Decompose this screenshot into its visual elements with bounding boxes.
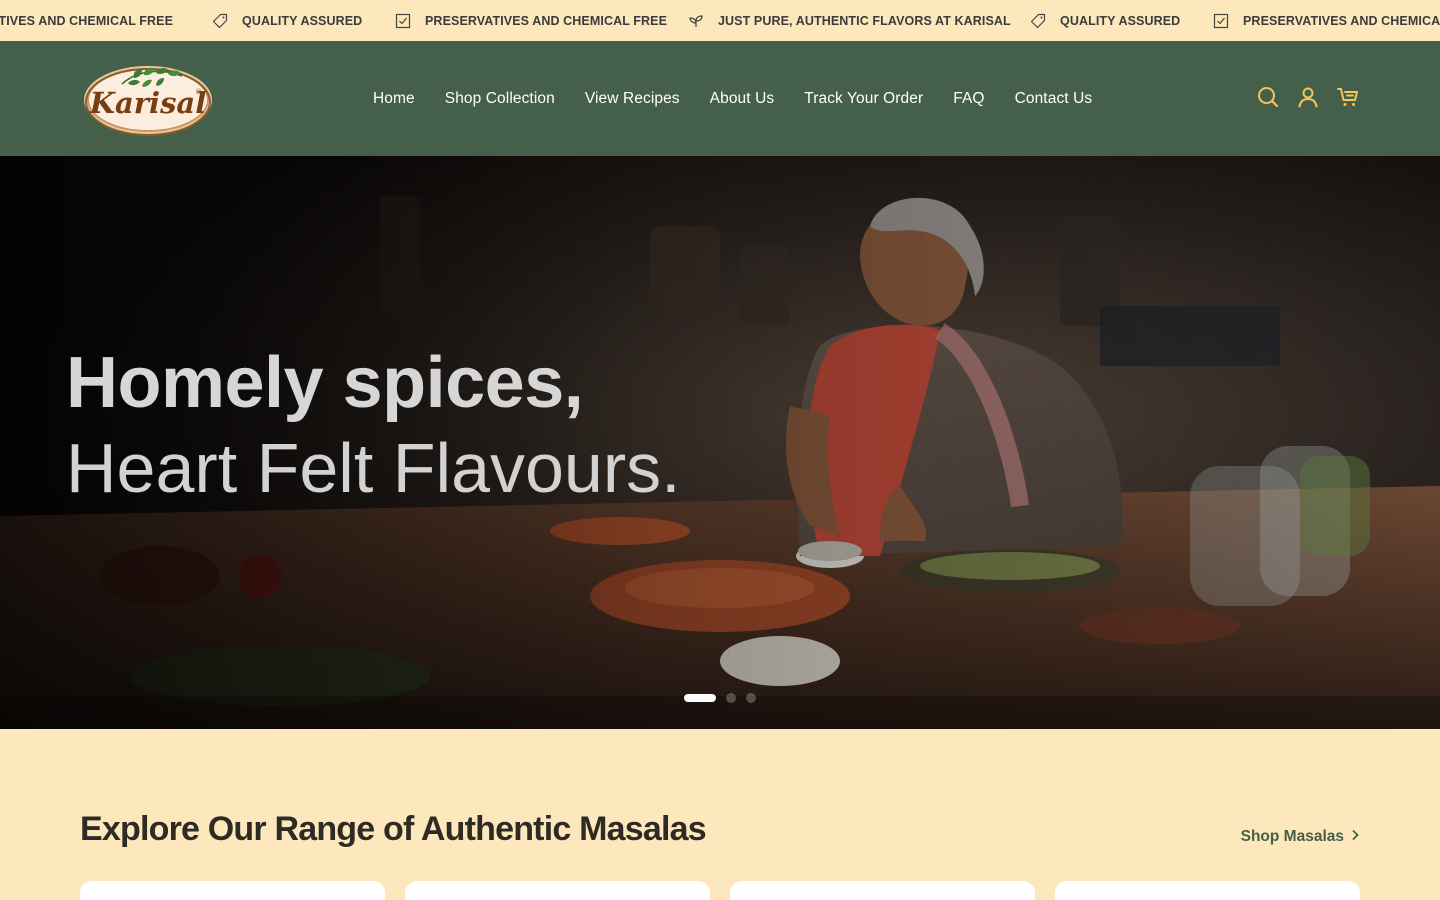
site-header: Karisal ® Home Shop Collection View Reci… (0, 41, 1440, 156)
chevron-right-icon (1350, 828, 1360, 846)
shop-masalas-label: Shop Masalas (1240, 828, 1344, 845)
product-card[interactable] (405, 881, 710, 900)
announcement-bar: PRESERVATIVES AND CHEMICAL FREE QUALITY … (0, 0, 1440, 41)
tag-icon (212, 13, 228, 29)
slider-dot-1[interactable] (684, 694, 716, 702)
hero-headline: Homely spices, (66, 343, 584, 423)
brand-logo[interactable]: Karisal ® (82, 60, 214, 136)
account-icon[interactable] (1296, 85, 1320, 109)
section-title: Explore Our Range of Authentic Masalas (80, 810, 707, 848)
svg-text:®: ® (195, 88, 202, 96)
ticker-item: PRESERVATIVES AND CHEMICAL FREE (1213, 0, 1440, 41)
check-box-icon (1213, 13, 1229, 29)
ticker-item: QUALITY ASSURED (1030, 0, 1180, 41)
nav-link-faq[interactable]: FAQ (953, 90, 984, 108)
slider-dot-3[interactable] (746, 693, 756, 703)
nav-link-contact-us[interactable]: Contact Us (1015, 90, 1093, 108)
ticker-item: PRESERVATIVES AND CHEMICAL FREE (395, 0, 667, 41)
ticker-item: PRESERVATIVES AND CHEMICAL FREE (0, 13, 174, 28)
nav-link-shop-collection[interactable]: Shop Collection (445, 90, 555, 108)
main-nav: Home Shop Collection View Recipes About … (373, 41, 1092, 156)
product-card[interactable] (1055, 881, 1360, 900)
product-card[interactable] (80, 881, 385, 900)
tag-icon (1030, 13, 1046, 29)
ticker-item: QUALITY ASSURED (212, 0, 362, 41)
nav-link-track-order[interactable]: Track Your Order (804, 90, 923, 108)
brand-logo-wordmark: Karisal (89, 86, 206, 120)
hero-subheadline: Heart Felt Flavours. (66, 429, 681, 507)
search-icon[interactable] (1256, 85, 1280, 109)
nav-link-view-recipes[interactable]: View Recipes (585, 90, 680, 108)
cart-icon[interactable] (1336, 85, 1360, 109)
slider-dots (684, 693, 756, 703)
product-card[interactable] (730, 881, 1035, 900)
nav-link-home[interactable]: Home (373, 90, 415, 108)
leaf-icon (688, 13, 704, 29)
nav-link-about-us[interactable]: About Us (710, 90, 775, 108)
ticker-item: JUST PURE, AUTHENTIC FLAVORS AT KARISAL (688, 0, 1011, 41)
check-box-icon (395, 13, 411, 29)
header-actions (1256, 85, 1360, 109)
slider-dot-2[interactable] (726, 693, 736, 703)
shop-masalas-link[interactable]: Shop Masalas (1241, 828, 1360, 846)
